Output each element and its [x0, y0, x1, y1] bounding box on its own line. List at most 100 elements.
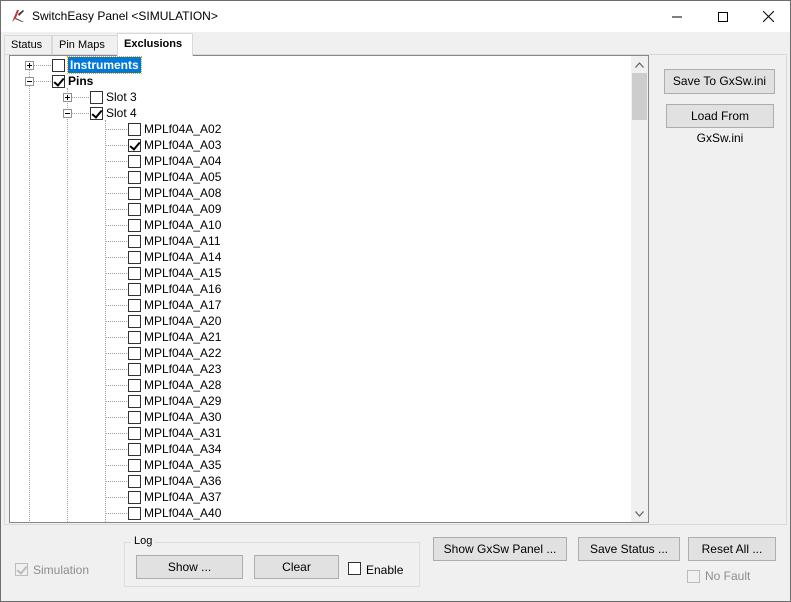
pin-checkbox[interactable]: [128, 187, 141, 200]
tree-item-pin[interactable]: MPLf04A_A31: [144, 425, 221, 441]
save-to-ini-button[interactable]: Save To GxSw.ini: [664, 69, 775, 94]
exclusions-panel: Instruments Pins Slot 3 Slot 4 MPLf04A_A…: [4, 54, 787, 525]
pin-checkbox[interactable]: [128, 427, 141, 440]
scroll-down-button[interactable]: [631, 505, 648, 522]
tree-line: [105, 241, 127, 242]
tree-item-pin[interactable]: MPLf04A_A20: [144, 313, 221, 329]
tab-strip: Status Pin Maps Exclusions: [4, 33, 787, 56]
tree-item-pin[interactable]: MPLf04A_A03: [144, 137, 221, 153]
tree-item-pin[interactable]: MPLf04A_A14: [144, 249, 221, 265]
tree-item-pin[interactable]: MPLf04A_A23: [144, 361, 221, 377]
expand-slot3-toggle[interactable]: [63, 93, 72, 102]
tree-line: [105, 177, 127, 178]
tree-item-pin[interactable]: MPLf04A_A30: [144, 409, 221, 425]
tree-item-pin[interactable]: MPLf04A_A40: [144, 505, 221, 521]
scroll-thumb[interactable]: [632, 73, 647, 120]
tree-item-pin[interactable]: MPLf04A_A04: [144, 153, 221, 169]
slot3-checkbox[interactable]: [90, 91, 103, 104]
collapse-pins-toggle[interactable]: [25, 77, 34, 86]
chevron-up-icon: [635, 61, 644, 68]
tree-item-pin[interactable]: MPLf04A_A21: [144, 329, 221, 345]
pins-checkbox[interactable]: [52, 75, 65, 88]
simulation-label: Simulation: [33, 563, 90, 577]
tree-item-pin[interactable]: MPLf04A_A10: [144, 217, 221, 233]
tree-line: [105, 129, 127, 130]
pin-checkbox[interactable]: [128, 155, 141, 168]
pin-checkbox[interactable]: [128, 139, 141, 152]
pin-checkbox[interactable]: [128, 203, 141, 216]
simulation-checkbox[interactable]: [15, 563, 28, 576]
maximize-button[interactable]: [700, 1, 746, 32]
save-status-button[interactable]: Save Status ...: [578, 537, 680, 561]
log-enable-label: Enable: [366, 563, 404, 577]
title-bar[interactable]: SwitchEasy Panel <SIMULATION>: [1, 1, 790, 32]
pin-checkbox[interactable]: [128, 251, 141, 264]
pin-checkbox[interactable]: [128, 315, 141, 328]
pin-checkbox[interactable]: [128, 219, 141, 232]
load-from-ini-button[interactable]: Load From GxSw.ini: [666, 104, 774, 145]
tree-item-pins[interactable]: Pins: [68, 73, 93, 89]
slot4-checkbox[interactable]: [90, 107, 103, 120]
pin-checkbox[interactable]: [128, 267, 141, 280]
reset-all-button[interactable]: Reset All ...: [688, 537, 776, 561]
tree-item-pin[interactable]: MPLf04A_A16: [144, 281, 221, 297]
pin-checkbox[interactable]: [128, 331, 141, 344]
pin-checkbox[interactable]: [128, 491, 141, 504]
tree-item-pin[interactable]: MPLf04A_A15: [144, 265, 221, 281]
tree-line: [105, 257, 127, 258]
collapse-slot4-toggle[interactable]: [63, 109, 72, 118]
tab-status[interactable]: Status: [4, 35, 52, 55]
tree-item-pin[interactable]: MPLf04A_A34: [144, 441, 221, 457]
tree-item-pin[interactable]: MPLf04A_A35: [144, 457, 221, 473]
tree-scrollbar[interactable]: [631, 56, 648, 522]
tree-line: [105, 225, 127, 226]
pin-checkbox[interactable]: [128, 347, 141, 360]
show-gxsw-panel-button[interactable]: Show GxSw Panel ...: [433, 537, 567, 561]
app-window: SwitchEasy Panel <SIMULATION> Status Pin…: [0, 0, 791, 602]
pin-checkbox[interactable]: [128, 283, 141, 296]
pin-checkbox[interactable]: [128, 379, 141, 392]
tree-item-pin[interactable]: MPLf04A_A29: [144, 393, 221, 409]
tree-item-slot3[interactable]: Slot 3: [106, 89, 137, 105]
tree-item-pin[interactable]: MPLf04A_A22: [144, 345, 221, 361]
tree-item-pin[interactable]: MPLf04A_A11: [144, 233, 221, 249]
tree-item-pin[interactable]: MPLf04A_A36: [144, 473, 221, 489]
instruments-checkbox[interactable]: [52, 59, 65, 72]
pin-checkbox[interactable]: [128, 459, 141, 472]
exclusions-tree[interactable]: Instruments Pins Slot 3 Slot 4 MPLf04A_A…: [9, 55, 649, 523]
app-logo-icon: [12, 10, 24, 22]
tree-item-pin[interactable]: MPLf04A_A02: [144, 121, 221, 137]
tree-item-pin[interactable]: MPLf04A_A37: [144, 489, 221, 505]
expand-instruments-toggle[interactable]: [25, 61, 34, 70]
pin-checkbox[interactable]: [128, 443, 141, 456]
tree-item-pin[interactable]: MPLf04A_A28: [144, 377, 221, 393]
tab-pin-maps[interactable]: Pin Maps: [52, 35, 118, 55]
tree-item-pin[interactable]: MPLf04A_A05: [144, 169, 221, 185]
close-button[interactable]: [745, 1, 790, 32]
pin-checkbox[interactable]: [128, 171, 141, 184]
tree-item-slot4[interactable]: Slot 4: [106, 105, 137, 121]
pin-checkbox[interactable]: [128, 123, 141, 136]
pin-checkbox[interactable]: [128, 235, 141, 248]
no-fault-label: No Fault: [705, 569, 751, 583]
pin-checkbox[interactable]: [128, 299, 141, 312]
scroll-up-button[interactable]: [631, 56, 648, 73]
pin-checkbox[interactable]: [128, 363, 141, 376]
pin-checkbox[interactable]: [128, 411, 141, 424]
tree-line: [105, 321, 127, 322]
pin-checkbox[interactable]: [128, 507, 141, 520]
log-show-button[interactable]: Show ...: [136, 555, 243, 579]
no-fault-checkbox[interactable]: [687, 570, 700, 583]
tab-exclusions[interactable]: Exclusions: [117, 33, 193, 56]
log-enable-checkbox[interactable]: [348, 562, 361, 575]
minimize-button[interactable]: [654, 1, 700, 32]
tree-item-pin[interactable]: MPLf04A_A08: [144, 185, 221, 201]
log-clear-button[interactable]: Clear: [254, 555, 339, 579]
tree-item-pin[interactable]: MPLf04A_A17: [144, 297, 221, 313]
pin-checkbox[interactable]: [128, 475, 141, 488]
tree-line: [105, 193, 127, 194]
tree-item-instruments[interactable]: Instruments: [67, 56, 142, 74]
pin-checkbox[interactable]: [128, 395, 141, 408]
tree-item-pin[interactable]: MPLf04A_A09: [144, 201, 221, 217]
tree-line: [105, 401, 127, 402]
